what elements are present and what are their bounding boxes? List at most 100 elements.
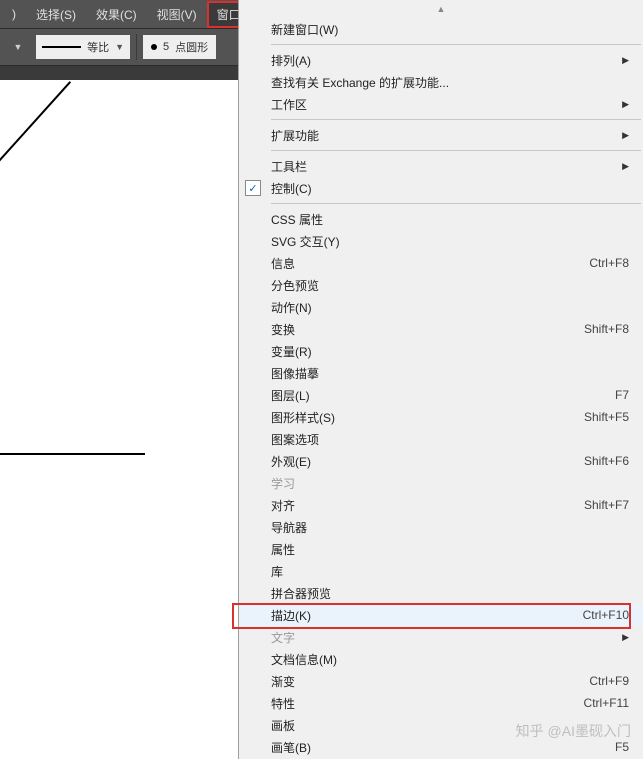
submenu-arrow-icon: ▶ [622,161,629,172]
menu-separator [271,203,641,204]
menu-item-label: 画板 [271,717,629,734]
menu-item-label: 图层(L) [271,387,615,404]
menu-item-label: 信息 [271,255,589,272]
menu-item-label: 变换 [271,321,584,338]
menu-item-shortcut: Shift+F8 [584,322,629,336]
menu-item-label: 排列(A) [271,52,622,69]
menu-item[interactable]: 分色预览 [239,274,643,296]
menu-item-label: 文档信息(M) [271,651,629,668]
menu-item-shortcut: Ctrl+F8 [589,256,629,270]
menu-item-label: 变量(R) [271,343,629,360]
menu-item[interactable]: 拼合器预览 [239,582,643,604]
menu-item-label: 库 [271,563,629,580]
artwork-line-horizontal [0,453,145,455]
menu-item-shortcut: Shift+F5 [584,410,629,424]
menu-item: 学习 [239,472,643,494]
menu-item[interactable]: ✓ 控制(C) [239,177,643,199]
stroke-cap-dropdown[interactable]: 5 点圆形 [143,35,216,59]
menu-item-label: 画笔(B) [271,739,615,756]
menubar-item-cut[interactable]: ) [2,2,26,26]
stroke-scale-label: 等比 [87,39,109,55]
cap-value: 5 [163,41,169,53]
menu-separator [271,44,641,45]
canvas-area[interactable] [0,80,238,759]
menu-item[interactable]: 信息Ctrl+F8 [239,252,643,274]
menu-item-shortcut: Ctrl+F10 [583,608,629,622]
menu-separator [271,150,641,151]
menu-item-label: 工具栏 [271,158,622,175]
menu-item-shortcut: Ctrl+F11 [584,696,629,710]
menu-item-label: 图像描摹 [271,365,629,382]
menu-item[interactable]: 画笔(B)F5 [239,736,643,758]
stroke-line-preview [42,46,81,48]
menu-item[interactable]: CSS 属性 [239,208,643,230]
menu-item-label: 工作区 [271,96,622,113]
menu-item[interactable]: 渐变Ctrl+F9 [239,670,643,692]
menu-item: 文字▶ [239,626,643,648]
toolbar-dropdown-1[interactable]: ▼ [6,35,30,59]
menu-item[interactable]: 图像描摹 [239,362,643,384]
menu-scroll-up-icon[interactable]: ▲ [239,0,643,18]
menu-item[interactable]: 扩展功能▶ [239,124,643,146]
menu-item-label: SVG 交互(Y) [271,233,629,250]
menu-item-label: 分色预览 [271,277,629,294]
menu-item-shortcut: Shift+F7 [584,498,629,512]
menu-item[interactable]: 图形样式(S)Shift+F5 [239,406,643,428]
menu-item[interactable]: 对齐Shift+F7 [239,494,643,516]
menu-item-label: 渐变 [271,673,589,690]
submenu-arrow-icon: ▶ [622,130,629,141]
round-cap-icon [151,44,157,50]
cap-label: 点圆形 [175,39,208,55]
menu-item-label: 描边(K) [271,607,583,624]
submenu-arrow-icon: ▶ [622,55,629,66]
menu-item-label: CSS 属性 [271,211,629,228]
menubar-item-view[interactable]: 视图(V) [147,1,207,28]
check-icon: ✓ [245,180,261,196]
menubar-item-effect[interactable]: 效果(C) [86,1,147,28]
menu-item[interactable]: 工作区▶ [239,93,643,115]
menu-item[interactable]: SVG 交互(Y) [239,230,643,252]
menu-item-label: 新建窗口(W) [271,21,629,38]
menu-item[interactable]: 外观(E)Shift+F6 [239,450,643,472]
toolbar-separator [136,34,137,60]
menu-item-shortcut: F7 [615,388,629,402]
menu-item[interactable]: 属性 [239,538,643,560]
menu-item[interactable]: 描边(K)Ctrl+F10 [239,604,643,626]
menu-item[interactable]: 变量(R) [239,340,643,362]
menu-item-label: 动作(N) [271,299,629,316]
menu-item[interactable]: 文档信息(M) [239,648,643,670]
chevron-down-icon: ▼ [115,42,124,52]
menu-item-shortcut: Ctrl+F9 [589,674,629,688]
artwork-line-diagonal [0,81,71,172]
menu-item-label: 图形样式(S) [271,409,584,426]
menu-item-label: 拼合器预览 [271,585,629,602]
menu-item-label: 图案选项 [271,431,629,448]
stroke-profile-dropdown[interactable]: 等比 ▼ [36,35,130,59]
menu-item[interactable]: 工具栏▶ [239,155,643,177]
menu-separator [271,119,641,120]
menu-item[interactable]: 库 [239,560,643,582]
menu-item[interactable]: 查找有关 Exchange 的扩展功能... [239,71,643,93]
menu-item[interactable]: 变换Shift+F8 [239,318,643,340]
menu-item[interactable]: 导航器 [239,516,643,538]
menu-item-label: 控制(C) [271,180,629,197]
menu-item[interactable]: 排列(A)▶ [239,49,643,71]
menu-item[interactable]: 画板 [239,714,643,736]
menu-item[interactable]: 特性Ctrl+F11 [239,692,643,714]
menu-item[interactable]: 新建窗口(W) [239,18,643,40]
menu-item-label: 属性 [271,541,629,558]
submenu-arrow-icon: ▶ [622,632,629,643]
menu-item-shortcut: Shift+F6 [584,454,629,468]
menu-item-label: 导航器 [271,519,629,536]
menu-item-label: 学习 [271,475,629,492]
window-menu: ▲ 新建窗口(W)排列(A)▶查找有关 Exchange 的扩展功能...工作区… [238,0,643,759]
menu-item[interactable]: 动作(N) [239,296,643,318]
menu-item[interactable]: 图案选项 [239,428,643,450]
menu-item-label: 外观(E) [271,453,584,470]
menu-item-label: 对齐 [271,497,584,514]
menu-item-label: 扩展功能 [271,127,622,144]
menubar-item-select[interactable]: 选择(S) [26,1,86,28]
menu-item-shortcut: F5 [615,740,629,754]
submenu-arrow-icon: ▶ [622,99,629,110]
menu-item[interactable]: 图层(L)F7 [239,384,643,406]
